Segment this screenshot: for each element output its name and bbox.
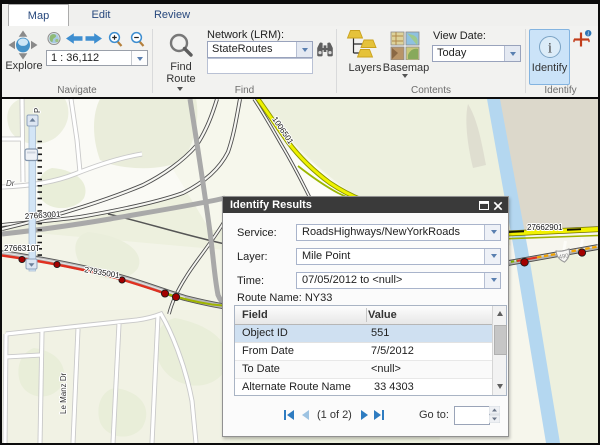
svg-text:2766310T: 2766310T [4, 244, 40, 253]
svg-text:P: P [33, 108, 42, 113]
svg-text:Dr: Dr [6, 179, 15, 188]
svg-text:i: i [548, 41, 552, 57]
svg-text:i: i [587, 31, 589, 38]
svg-text:Le Manz Dr: Le Manz Dr [59, 372, 68, 414]
svg-text:27662901: 27662901 [527, 223, 563, 232]
